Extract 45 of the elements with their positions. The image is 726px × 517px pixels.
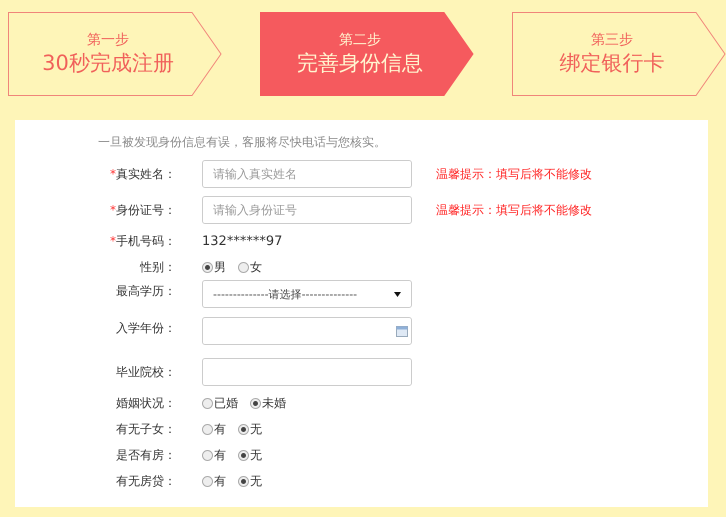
radio-button[interactable] xyxy=(202,262,213,272)
field-label: 入学年份： xyxy=(116,321,176,335)
hint-text: 温馨提示：填写后将不能修改 xyxy=(436,166,592,182)
field-label: 最高学历： xyxy=(116,284,176,298)
radio-label: 有 xyxy=(214,420,226,438)
field-label: 手机号码： xyxy=(116,234,176,248)
input-field[interactable]: 请输入真实姓名 xyxy=(202,160,412,188)
radio-button[interactable] xyxy=(202,450,213,460)
radio-button[interactable] xyxy=(202,424,213,434)
radio-label: 有 xyxy=(214,472,226,490)
field-label: 毕业院校： xyxy=(116,364,176,378)
field-label: 真实姓名： xyxy=(116,166,176,180)
radio-label: 已婚 xyxy=(214,394,238,412)
field-label: 身份证号： xyxy=(116,202,176,216)
radio-button[interactable] xyxy=(238,262,249,272)
notice-text: 一旦被发现身份信息有误，客服将尽快电话与您核实。 xyxy=(97,134,387,151)
radio-label: 女 xyxy=(250,258,262,276)
radio-button[interactable] xyxy=(250,398,261,408)
radio-button[interactable] xyxy=(238,450,249,460)
radio-label: 无 xyxy=(250,420,262,438)
radio-label: 男 xyxy=(214,258,226,276)
radio-label: 无 xyxy=(250,446,262,464)
required-mark: * xyxy=(110,202,116,216)
field-label: 有无房贷： xyxy=(116,474,176,488)
date-field[interactable] xyxy=(202,317,412,345)
phone-value: 132******97 xyxy=(202,234,282,248)
hint-text: 温馨提示：填写后将不能修改 xyxy=(436,202,592,218)
radio-button[interactable] xyxy=(202,476,213,486)
field-label: 有无子女： xyxy=(116,422,176,436)
select-field[interactable]: --------------请选择-------------- xyxy=(202,280,412,308)
radio-button[interactable] xyxy=(238,476,249,486)
radio-label: 无 xyxy=(250,472,262,490)
calendar-icon xyxy=(396,326,408,336)
required-mark: * xyxy=(110,234,116,248)
input-field[interactable]: 请输入身份证号 xyxy=(202,196,412,224)
field-label: 性别： xyxy=(140,260,176,274)
radio-label: 有 xyxy=(214,446,226,464)
caret-icon xyxy=(394,292,401,296)
field-label: 是否有房： xyxy=(116,448,176,462)
required-mark: * xyxy=(110,166,116,180)
radio-button[interactable] xyxy=(202,398,213,408)
field-label: 婚姻状况： xyxy=(116,396,176,410)
input-field[interactable] xyxy=(202,358,412,386)
radio-button[interactable] xyxy=(238,424,249,434)
radio-label: 未婚 xyxy=(262,394,286,412)
